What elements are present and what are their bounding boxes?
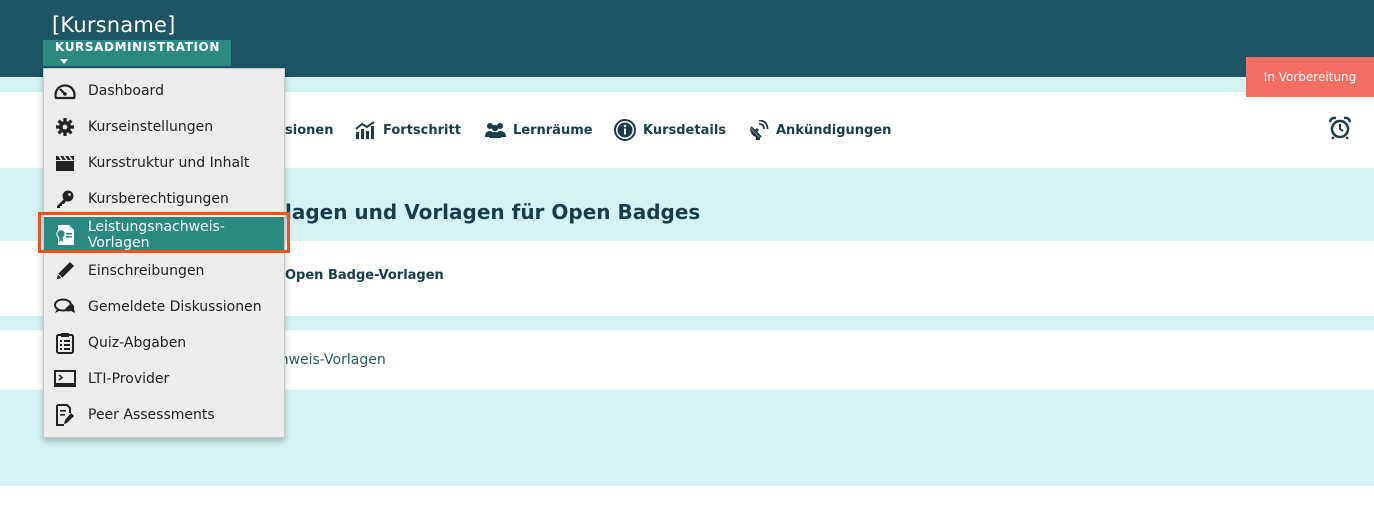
menu-item-label: Kurseinstellungen bbox=[88, 119, 214, 135]
top-header: [Kursname] KURSADMINISTRATION bbox=[0, 0, 1374, 77]
menu-item-quiz-submissions[interactable]: Quiz-Abgaben bbox=[44, 325, 284, 361]
menu-item-certificate-templates[interactable]: Leistungsnachweis-Vorlagen bbox=[44, 217, 284, 253]
alarm-clock-button[interactable] bbox=[1328, 116, 1352, 144]
menu-item-label: Einschreibungen bbox=[88, 263, 205, 279]
menu-item-course-permissions[interactable]: Kursberechtigungen bbox=[44, 181, 284, 217]
page-title: lagen und Vorlagen für Open Badges bbox=[285, 200, 701, 224]
pencil-icon bbox=[54, 260, 76, 282]
menu-item-enrollments[interactable]: Einschreibungen bbox=[44, 253, 284, 289]
nav-progress-label: Fortschritt bbox=[383, 122, 461, 138]
menu-item-label: Leistungsnachweis-Vorlagen bbox=[87, 219, 225, 251]
caret-down-icon bbox=[60, 59, 68, 64]
menu-item-label: Gemeldete Diskussionen bbox=[88, 299, 262, 315]
menu-item-label: Dashboard bbox=[88, 83, 164, 99]
nav-sessions[interactable]: sionen bbox=[285, 119, 333, 141]
menu-item-label: Kursstruktur und Inhalt bbox=[88, 155, 250, 171]
terminal-icon bbox=[54, 368, 76, 390]
alarm-clock-icon bbox=[1328, 116, 1352, 140]
menu-item-label: Quiz-Abgaben bbox=[88, 335, 187, 351]
nav-announcements-label: Ankündigungen bbox=[776, 122, 892, 138]
menu-item-reported-discussions[interactable]: Gemeldete Diskussionen bbox=[44, 289, 284, 325]
menu-item-peer-assessments[interactable]: Peer Assessments bbox=[44, 397, 284, 433]
certificate-icon bbox=[54, 224, 76, 246]
status-badge: In Vorbereitung bbox=[1246, 57, 1374, 97]
course-admin-dropdown-menu: Dashboard Kurseinstellungen Kursstruktur… bbox=[43, 68, 285, 438]
menu-item-lti-provider[interactable]: LTI-Provider bbox=[44, 361, 284, 397]
nav-course-details[interactable]: Kursdetails bbox=[614, 119, 726, 141]
satellite-icon bbox=[750, 119, 769, 140]
gear-icon bbox=[54, 116, 76, 138]
nav-course-details-label: Kursdetails bbox=[643, 122, 727, 138]
nav-sessions-label: sionen bbox=[285, 122, 334, 138]
chat-bubbles-icon bbox=[54, 296, 76, 318]
course-title: [Kursname] bbox=[52, 13, 176, 37]
clipboard-icon bbox=[54, 332, 76, 354]
progress-chart-icon bbox=[355, 121, 375, 139]
key-icon bbox=[54, 188, 76, 210]
info-icon bbox=[614, 119, 636, 141]
menu-item-course-structure[interactable]: Kursstruktur und Inhalt bbox=[44, 145, 284, 181]
menu-item-course-settings[interactable]: Kurseinstellungen bbox=[44, 109, 284, 145]
clapperboard-icon bbox=[54, 152, 76, 174]
open-badge-templates-link[interactable]: Open Badge-Vorlagen bbox=[285, 268, 444, 283]
course-admin-dropdown-button[interactable]: KURSADMINISTRATION bbox=[43, 40, 231, 66]
course-admin-label: KURSADMINISTRATION bbox=[55, 40, 220, 54]
group-icon bbox=[485, 123, 506, 138]
menu-item-label: LTI-Provider bbox=[88, 371, 170, 387]
document-edit-icon bbox=[54, 404, 76, 426]
gauge-icon bbox=[54, 80, 76, 102]
nav-announcements[interactable]: Ankündigungen bbox=[748, 119, 891, 141]
menu-item-label: Kursberechtigungen bbox=[88, 191, 229, 207]
nav-learning-rooms-label: Lernräume bbox=[513, 122, 593, 138]
menu-item-dashboard[interactable]: Dashboard bbox=[44, 73, 284, 109]
certificate-templates-link[interactable]: chweis-Vorlagen bbox=[272, 352, 386, 368]
nav-learning-rooms[interactable]: Lernräume bbox=[485, 119, 593, 141]
nav-progress[interactable]: Fortschritt bbox=[355, 119, 461, 141]
menu-item-label: Peer Assessments bbox=[88, 407, 215, 423]
